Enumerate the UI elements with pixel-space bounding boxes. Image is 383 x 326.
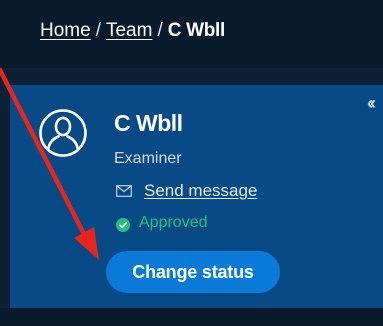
bottom-strip [0,308,383,326]
envelope-icon [116,185,132,197]
breadcrumb-home-link[interactable]: Home [40,20,91,41]
send-message-link[interactable]: Send message [144,181,257,201]
breadcrumb-separator: / [95,20,101,41]
member-name: C Wbll [114,110,183,136]
check-circle-icon [116,218,130,232]
user-avatar-icon [39,109,87,157]
change-status-button[interactable]: Change status [106,251,280,293]
breadcrumb: Home / Team / C Wbll [40,20,225,42]
status-badge: Approved [139,214,208,231]
breadcrumb-current: C Wbll [167,20,226,41]
breadcrumb-separator: / [157,20,163,41]
top-bar: Home / Team / C Wbll [0,0,383,68]
double-chevron-left-icon[interactable]: ‹‹ [367,93,376,114]
breadcrumb-team-link[interactable]: Team [106,20,152,41]
member-role: Examiner [114,150,182,167]
